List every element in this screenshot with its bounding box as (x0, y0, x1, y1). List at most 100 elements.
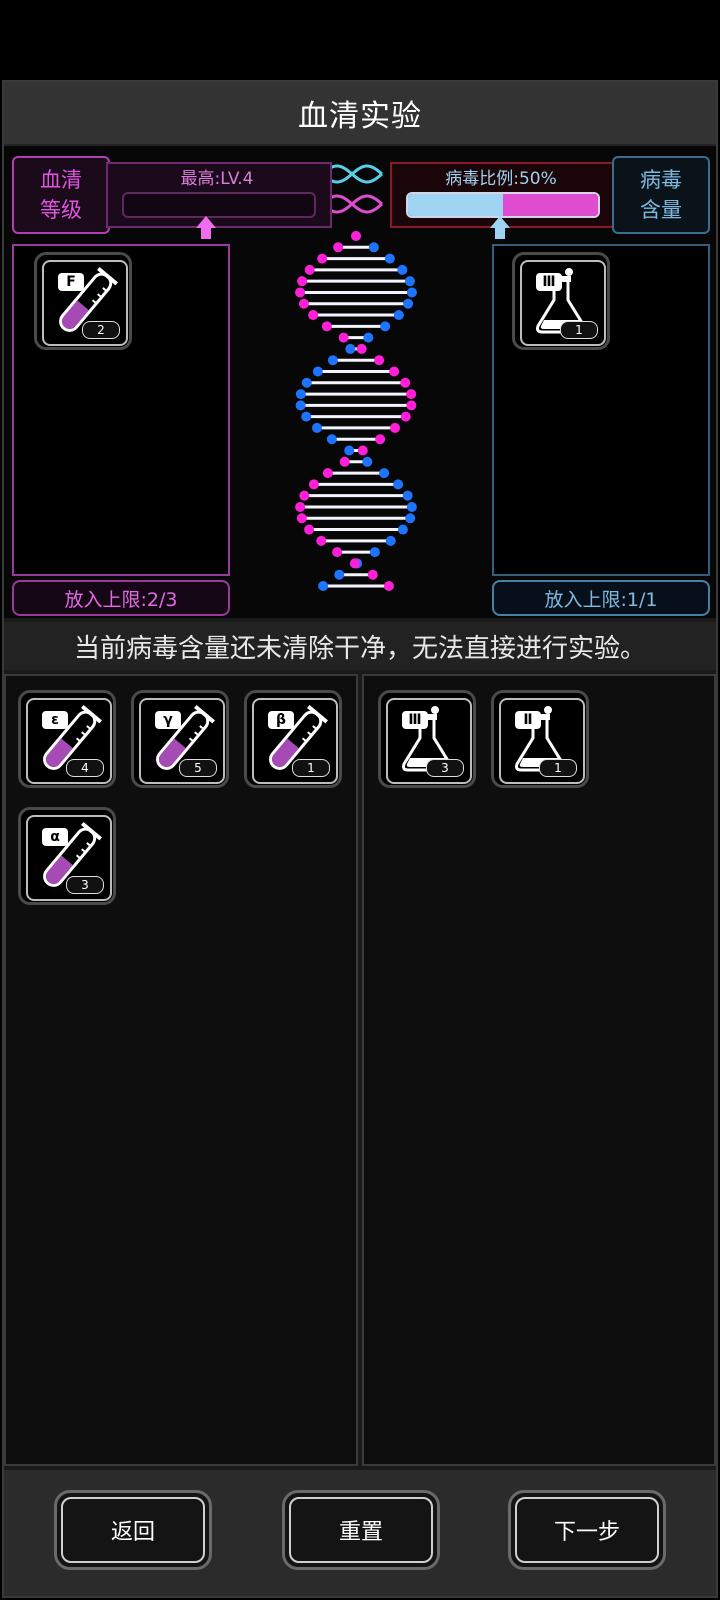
serum-slot-item[interactable]: F2 (34, 252, 132, 350)
flask-icon: Ⅱ1 (499, 698, 585, 784)
dna-node (402, 490, 413, 501)
virus-inventory-item[interactable]: Ⅲ3 (378, 690, 476, 788)
dna-node (304, 524, 315, 535)
dna-node (312, 422, 323, 433)
back-button[interactable]: 返回 (54, 1490, 212, 1570)
dna-node (295, 501, 306, 512)
dna-node (406, 400, 417, 411)
dna-node (295, 400, 306, 411)
item-count: 5 (179, 759, 217, 777)
serum-inventory-item[interactable]: α3 (18, 807, 116, 905)
dna-node (397, 524, 408, 535)
dna-node (338, 332, 349, 343)
item-count: 3 (426, 759, 464, 777)
dna-node (316, 535, 327, 546)
test-tube-icon: β1 (252, 698, 338, 784)
virus-progress-track (406, 192, 600, 218)
dna-node (406, 389, 417, 400)
dna-node (380, 321, 391, 332)
dna-node (357, 445, 368, 456)
dna-node (400, 411, 411, 422)
dna-node (308, 479, 319, 490)
serum-inventory-item[interactable]: β1 (244, 690, 342, 788)
next-step-button-label: 下一步 (515, 1497, 659, 1563)
dna-node (318, 581, 329, 591)
virus-slot-item[interactable]: Ⅲ1 (512, 252, 610, 350)
dna-node (403, 298, 414, 309)
dna-node (327, 355, 338, 366)
item-count: 1 (292, 759, 330, 777)
flask-icon: Ⅲ1 (520, 260, 606, 346)
dna-node (301, 377, 312, 388)
dna-node (299, 490, 310, 501)
virus-capacity: 放入上限:1/1 (492, 580, 710, 616)
dna-node (389, 422, 400, 433)
dna-node (356, 343, 367, 354)
serum-progress-fill (503, 194, 598, 216)
serum-inventory-item[interactable]: γ5 (131, 690, 229, 788)
dna-node (363, 332, 374, 343)
reset-button[interactable]: 重置 (282, 1490, 440, 1570)
virus-content-tag: 病毒 含量 (612, 156, 710, 234)
serum-progress-track (122, 192, 316, 218)
dna-node (332, 547, 343, 558)
dna-node (333, 242, 344, 253)
dna-node (312, 366, 323, 377)
dna-node (367, 569, 378, 580)
dna-node (397, 264, 408, 275)
dna-node (297, 276, 308, 287)
dna-node (349, 558, 360, 569)
dna-node (369, 547, 380, 558)
test-tube-icon: F2 (42, 260, 128, 346)
virus-inventory-panel (362, 674, 716, 1466)
serum-inventory-item[interactable]: ε4 (18, 690, 116, 788)
item-count: 1 (539, 759, 577, 777)
page-title: 血清实验 (4, 82, 716, 146)
dna-node (344, 445, 355, 456)
notice-message: 当前病毒含量还未清除干净，无法直接进行实验。 (4, 622, 716, 670)
dna-node (406, 287, 417, 298)
virus-arrow-stem (495, 227, 505, 239)
dna-node (322, 468, 333, 479)
dna-node (334, 569, 345, 580)
dna-node (308, 310, 319, 321)
item-count: 2 (82, 321, 120, 339)
item-label: Ⅱ (515, 711, 541, 729)
dna-node (301, 411, 312, 422)
serum-max-level: 最高:LV.4 (180, 169, 254, 189)
dna-node (405, 513, 416, 524)
item-label: ε (42, 711, 68, 729)
dna-node (295, 389, 306, 400)
item-count: 3 (66, 876, 104, 894)
virus-tag-line2: 含量 (640, 198, 682, 222)
dna-node (368, 242, 379, 253)
dna-node (400, 377, 411, 388)
dna-node (317, 253, 328, 264)
test-tube-icon: α3 (26, 815, 112, 901)
dna-node (374, 355, 385, 366)
item-count: 4 (66, 759, 104, 777)
virus-progress-fill (408, 194, 503, 216)
serum-arrow-stem (201, 227, 211, 239)
dna-node (298, 298, 309, 309)
item-label: γ (155, 711, 181, 729)
dna-node (362, 456, 373, 467)
serum-tag-line1: 血清 (40, 168, 82, 192)
dna-node (404, 276, 415, 287)
dna-node (351, 231, 361, 241)
dna-node (296, 513, 307, 524)
item-label: F (58, 273, 84, 291)
next-step-button[interactable]: 下一步 (508, 1490, 666, 1570)
back-button-label: 返回 (61, 1497, 205, 1563)
virus-inventory-item[interactable]: Ⅱ1 (491, 690, 589, 788)
dna-node (393, 479, 404, 490)
virus-tag-line1: 病毒 (640, 168, 682, 192)
item-count: 1 (560, 321, 598, 339)
dna-node (295, 287, 306, 298)
serum-level-tag: 血清 等级 (12, 156, 110, 234)
reset-button-label: 重置 (289, 1497, 433, 1563)
dna-node (345, 343, 356, 354)
dna-node (379, 468, 390, 479)
serum-capacity: 放入上限:2/3 (12, 580, 230, 616)
dna-node (389, 366, 400, 377)
